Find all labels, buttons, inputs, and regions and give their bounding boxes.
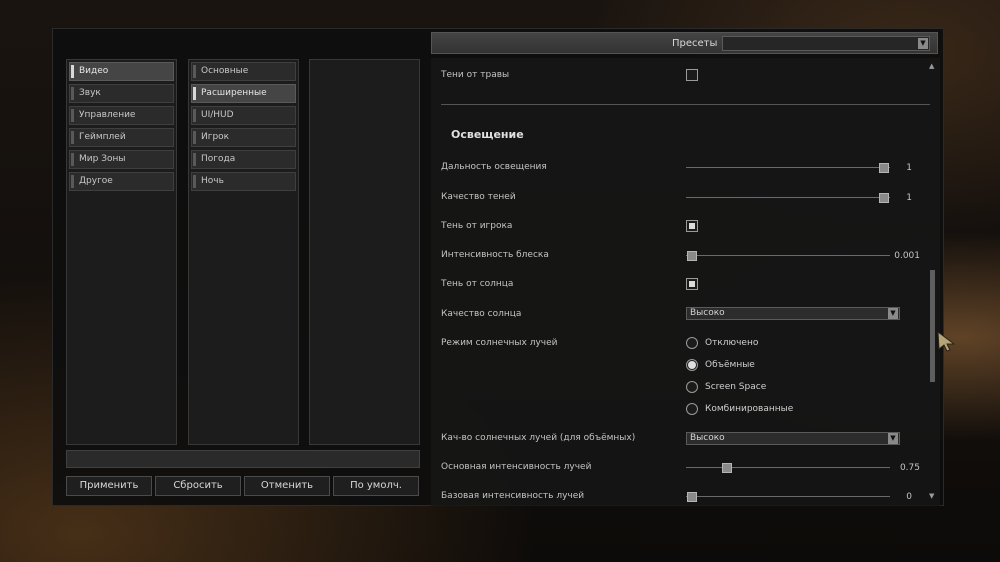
subcategory-basic[interactable]: Основные bbox=[191, 62, 296, 81]
grass-shadows-label: Тени от травы bbox=[441, 70, 510, 80]
cancel-button[interactable]: Отменить bbox=[244, 476, 330, 496]
chevron-down-icon: ▼ bbox=[888, 308, 898, 319]
main-ray-intensity-slider[interactable] bbox=[686, 463, 890, 473]
subcategory-advanced[interactable]: Расширенные bbox=[191, 84, 296, 103]
light-distance-value: 1 bbox=[906, 163, 912, 173]
light-distance-label: Дальность освещения bbox=[441, 162, 547, 172]
slider-handle[interactable] bbox=[687, 492, 698, 502]
category-gameplay[interactable]: Геймплей bbox=[69, 128, 174, 147]
base-ray-intensity-value: 0 bbox=[906, 492, 912, 502]
category-video[interactable]: Видео bbox=[69, 62, 174, 81]
gloss-intensity-label: Интенсивность блеска bbox=[441, 250, 549, 260]
slider-handle[interactable] bbox=[721, 463, 732, 473]
scroll-down-arrow-icon[interactable]: ▼ bbox=[929, 492, 934, 500]
divider bbox=[441, 104, 930, 105]
slider-handle[interactable] bbox=[687, 251, 698, 261]
scroll-up-arrow-icon[interactable]: ▲ bbox=[929, 62, 934, 70]
main-ray-intensity-value: 0.75 bbox=[899, 463, 920, 473]
sun-quality-value: Высоко bbox=[690, 308, 725, 318]
radio-button[interactable] bbox=[686, 337, 698, 349]
radio-button[interactable] bbox=[686, 403, 698, 415]
subcategory-ui-hud[interactable]: UI/HUD bbox=[191, 106, 296, 125]
shadow-quality-slider[interactable] bbox=[686, 193, 890, 203]
gloss-intensity-value: 0.001 bbox=[894, 251, 920, 261]
subcategory-night[interactable]: Ночь bbox=[191, 172, 296, 191]
vol-rays-quality-value: Высоко bbox=[690, 433, 725, 443]
reset-button[interactable]: Сбросить bbox=[155, 476, 241, 496]
category-zone-world[interactable]: Мир Зоны bbox=[69, 150, 174, 169]
subcategory-weather[interactable]: Погода bbox=[191, 150, 296, 169]
radio-button[interactable] bbox=[686, 359, 698, 371]
sun-rays-mode-label: Режим солнечных лучей bbox=[441, 338, 558, 348]
category-list: Видео Звук Управление Геймплей Мир Зоны … bbox=[66, 59, 177, 445]
section-title-lighting: Освещение bbox=[451, 128, 524, 141]
apply-button[interactable]: Применить bbox=[66, 476, 152, 496]
shadow-quality-label: Качество теней bbox=[441, 192, 516, 202]
mouse-cursor-icon bbox=[937, 330, 956, 352]
chevron-down-icon: ▼ bbox=[888, 433, 898, 444]
base-ray-intensity-slider[interactable] bbox=[686, 492, 890, 502]
sun-shadow-label: Тень от солнца bbox=[441, 279, 514, 289]
sun-quality-dropdown[interactable]: Высоко ▼ bbox=[686, 307, 900, 320]
player-shadow-label: Тень от игрока bbox=[441, 221, 513, 231]
radio-label: Комбинированные bbox=[705, 404, 794, 414]
sun-shadow-checkbox[interactable] bbox=[686, 278, 698, 290]
third-column bbox=[309, 59, 420, 445]
radio-button[interactable] bbox=[686, 381, 698, 393]
subcategory-player[interactable]: Игрок bbox=[191, 128, 296, 147]
sun-quality-label: Качество солнца bbox=[441, 309, 522, 319]
description-bar bbox=[66, 450, 420, 468]
shadow-quality-value: 1 bbox=[906, 193, 912, 203]
player-shadow-checkbox[interactable] bbox=[686, 220, 698, 232]
gloss-intensity-slider[interactable] bbox=[686, 251, 890, 261]
main-ray-intensity-label: Основная интенсивность лучей bbox=[441, 462, 592, 472]
category-controls[interactable]: Управление bbox=[69, 106, 174, 125]
vol-rays-quality-dropdown[interactable]: Высоко ▼ bbox=[686, 432, 900, 445]
radio-label: Screen Space bbox=[705, 382, 767, 392]
vol-rays-quality-label: Кач-во солнечных лучей (для объёмных) bbox=[441, 433, 636, 443]
category-sound[interactable]: Звук bbox=[69, 84, 174, 103]
presets-label: Пресеты bbox=[672, 38, 718, 49]
presets-bar: Пресеты ▼ bbox=[431, 32, 938, 54]
scrollbar-thumb[interactable] bbox=[930, 270, 935, 382]
light-distance-slider[interactable] bbox=[686, 163, 890, 173]
default-button[interactable]: По умолч. bbox=[333, 476, 419, 496]
grass-shadows-checkbox[interactable] bbox=[686, 69, 698, 81]
presets-dropdown[interactable]: ▼ bbox=[722, 36, 930, 51]
radio-label: Отключено bbox=[705, 338, 759, 348]
subcategory-list: Основные Расширенные UI/HUD Игрок Погода… bbox=[188, 59, 299, 445]
chevron-down-icon: ▼ bbox=[918, 38, 928, 49]
category-other[interactable]: Другое bbox=[69, 172, 174, 191]
base-ray-intensity-label: Базовая интенсивность лучей bbox=[441, 491, 585, 501]
radio-label: Объёмные bbox=[705, 360, 755, 370]
